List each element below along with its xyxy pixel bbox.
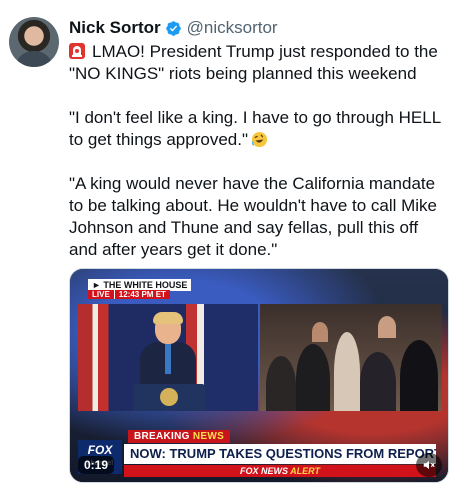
reporter-figure xyxy=(312,322,328,342)
tweet-paragraph-2: "I don't feel like a king. I have to go … xyxy=(69,107,451,151)
video-frame-podium xyxy=(78,304,258,411)
speaker-tie xyxy=(165,344,171,374)
tweet-text: LMAO! President Trump just responded to … xyxy=(69,41,451,261)
tweet-header: Nick Sortor @nicksortor xyxy=(69,17,278,39)
chyron-headline: NOW: TRUMP TAKES QUESTIONS FROM REPORTER… xyxy=(124,444,436,464)
tweet-paragraph-1: LMAO! President Trump just responded to … xyxy=(69,41,451,85)
live-label: LIVE xyxy=(88,290,114,299)
live-time: 12:43 PM ET xyxy=(113,290,170,299)
alert-word: ALERT xyxy=(290,466,321,476)
speaker-figure xyxy=(140,312,196,386)
police-light-emoji-icon xyxy=(69,43,85,59)
reporter-figure xyxy=(400,340,438,411)
tweet-paragraph-1-text: LMAO! President Trump just responded to … xyxy=(69,42,438,83)
fox-logo-text: FOX xyxy=(87,443,113,457)
speaker-hair xyxy=(153,312,183,324)
reporter-figure xyxy=(266,356,296,411)
video-player[interactable]: ► THE WHITE HOUSE LIVE 12:43 PM ET FOX c… xyxy=(69,268,449,483)
tweet-paragraph-3: "A king would never have the California … xyxy=(69,174,438,259)
video-frame-reporters xyxy=(260,304,442,411)
breaking-news-word: NEWS xyxy=(192,431,225,442)
live-bar: LIVE 12:43 PM ET xyxy=(88,290,170,299)
reporter-figure xyxy=(360,352,396,411)
alert-prefix: FOX NEWS xyxy=(239,466,288,476)
handle[interactable]: @nicksortor xyxy=(187,18,278,38)
reporter-figure xyxy=(334,332,360,411)
display-name[interactable]: Nick Sortor xyxy=(69,18,161,38)
video-duration: 0:19 xyxy=(78,456,115,474)
breaking-news-banner: BREAKING NEWS xyxy=(128,430,231,443)
mute-toggle-button[interactable] xyxy=(416,453,442,477)
reporter-figure xyxy=(378,316,396,338)
verified-badge-icon xyxy=(165,20,181,36)
presidential-seal xyxy=(160,388,178,406)
reporter-figure xyxy=(296,344,330,411)
speaker-muted-icon xyxy=(423,460,435,470)
breaking-label: BREAKING xyxy=(134,431,190,442)
avatar[interactable] xyxy=(9,17,59,67)
rofl-emoji-icon xyxy=(251,131,268,148)
fox-news-alert-bar: FOX NEWS ALERT xyxy=(124,465,436,477)
avatar-shirt xyxy=(15,51,53,67)
